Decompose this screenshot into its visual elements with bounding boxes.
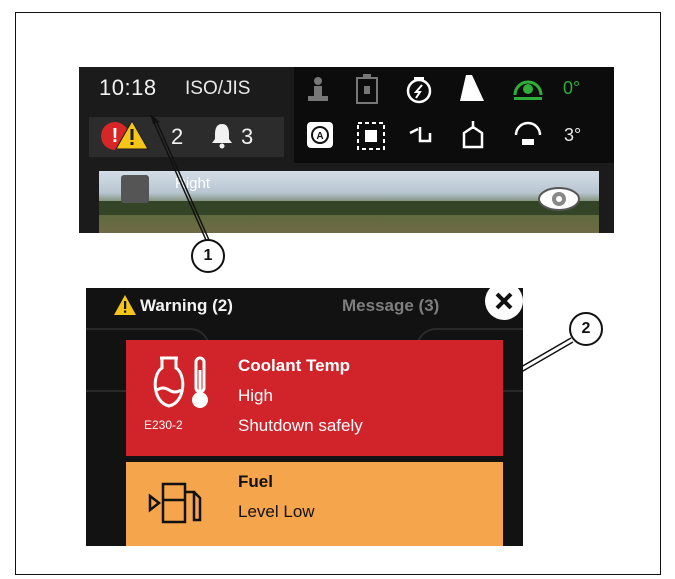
coolant-temp-icon (153, 356, 208, 408)
callout-1: 1 (191, 239, 225, 273)
alert-title: Coolant Temp (238, 356, 351, 375)
alert-card-fuel[interactable]: Fuel Level Low (126, 462, 503, 546)
callout-2: 2 (569, 312, 603, 346)
alert-code: E230-2 (144, 418, 183, 432)
tab-warning[interactable]: Warning (2) (140, 296, 233, 316)
close-icon (495, 292, 513, 310)
alert-card-coolant[interactable]: E230-2 Coolant Temp High Shutdown safely (126, 340, 503, 456)
tab-message[interactable]: Message (3) (342, 296, 439, 316)
close-button[interactable] (485, 288, 523, 320)
alert-line1: Level Low (238, 502, 315, 521)
alert-list-panel: Warning (2) Message (3) E230-2 Coolant T… (86, 288, 523, 546)
alert-line1: High (238, 386, 273, 405)
fuel-icon (148, 482, 202, 524)
alert-line2: Shutdown safely (238, 416, 363, 435)
warning-tab-icon (114, 295, 136, 315)
alert-title: Fuel (238, 472, 273, 491)
